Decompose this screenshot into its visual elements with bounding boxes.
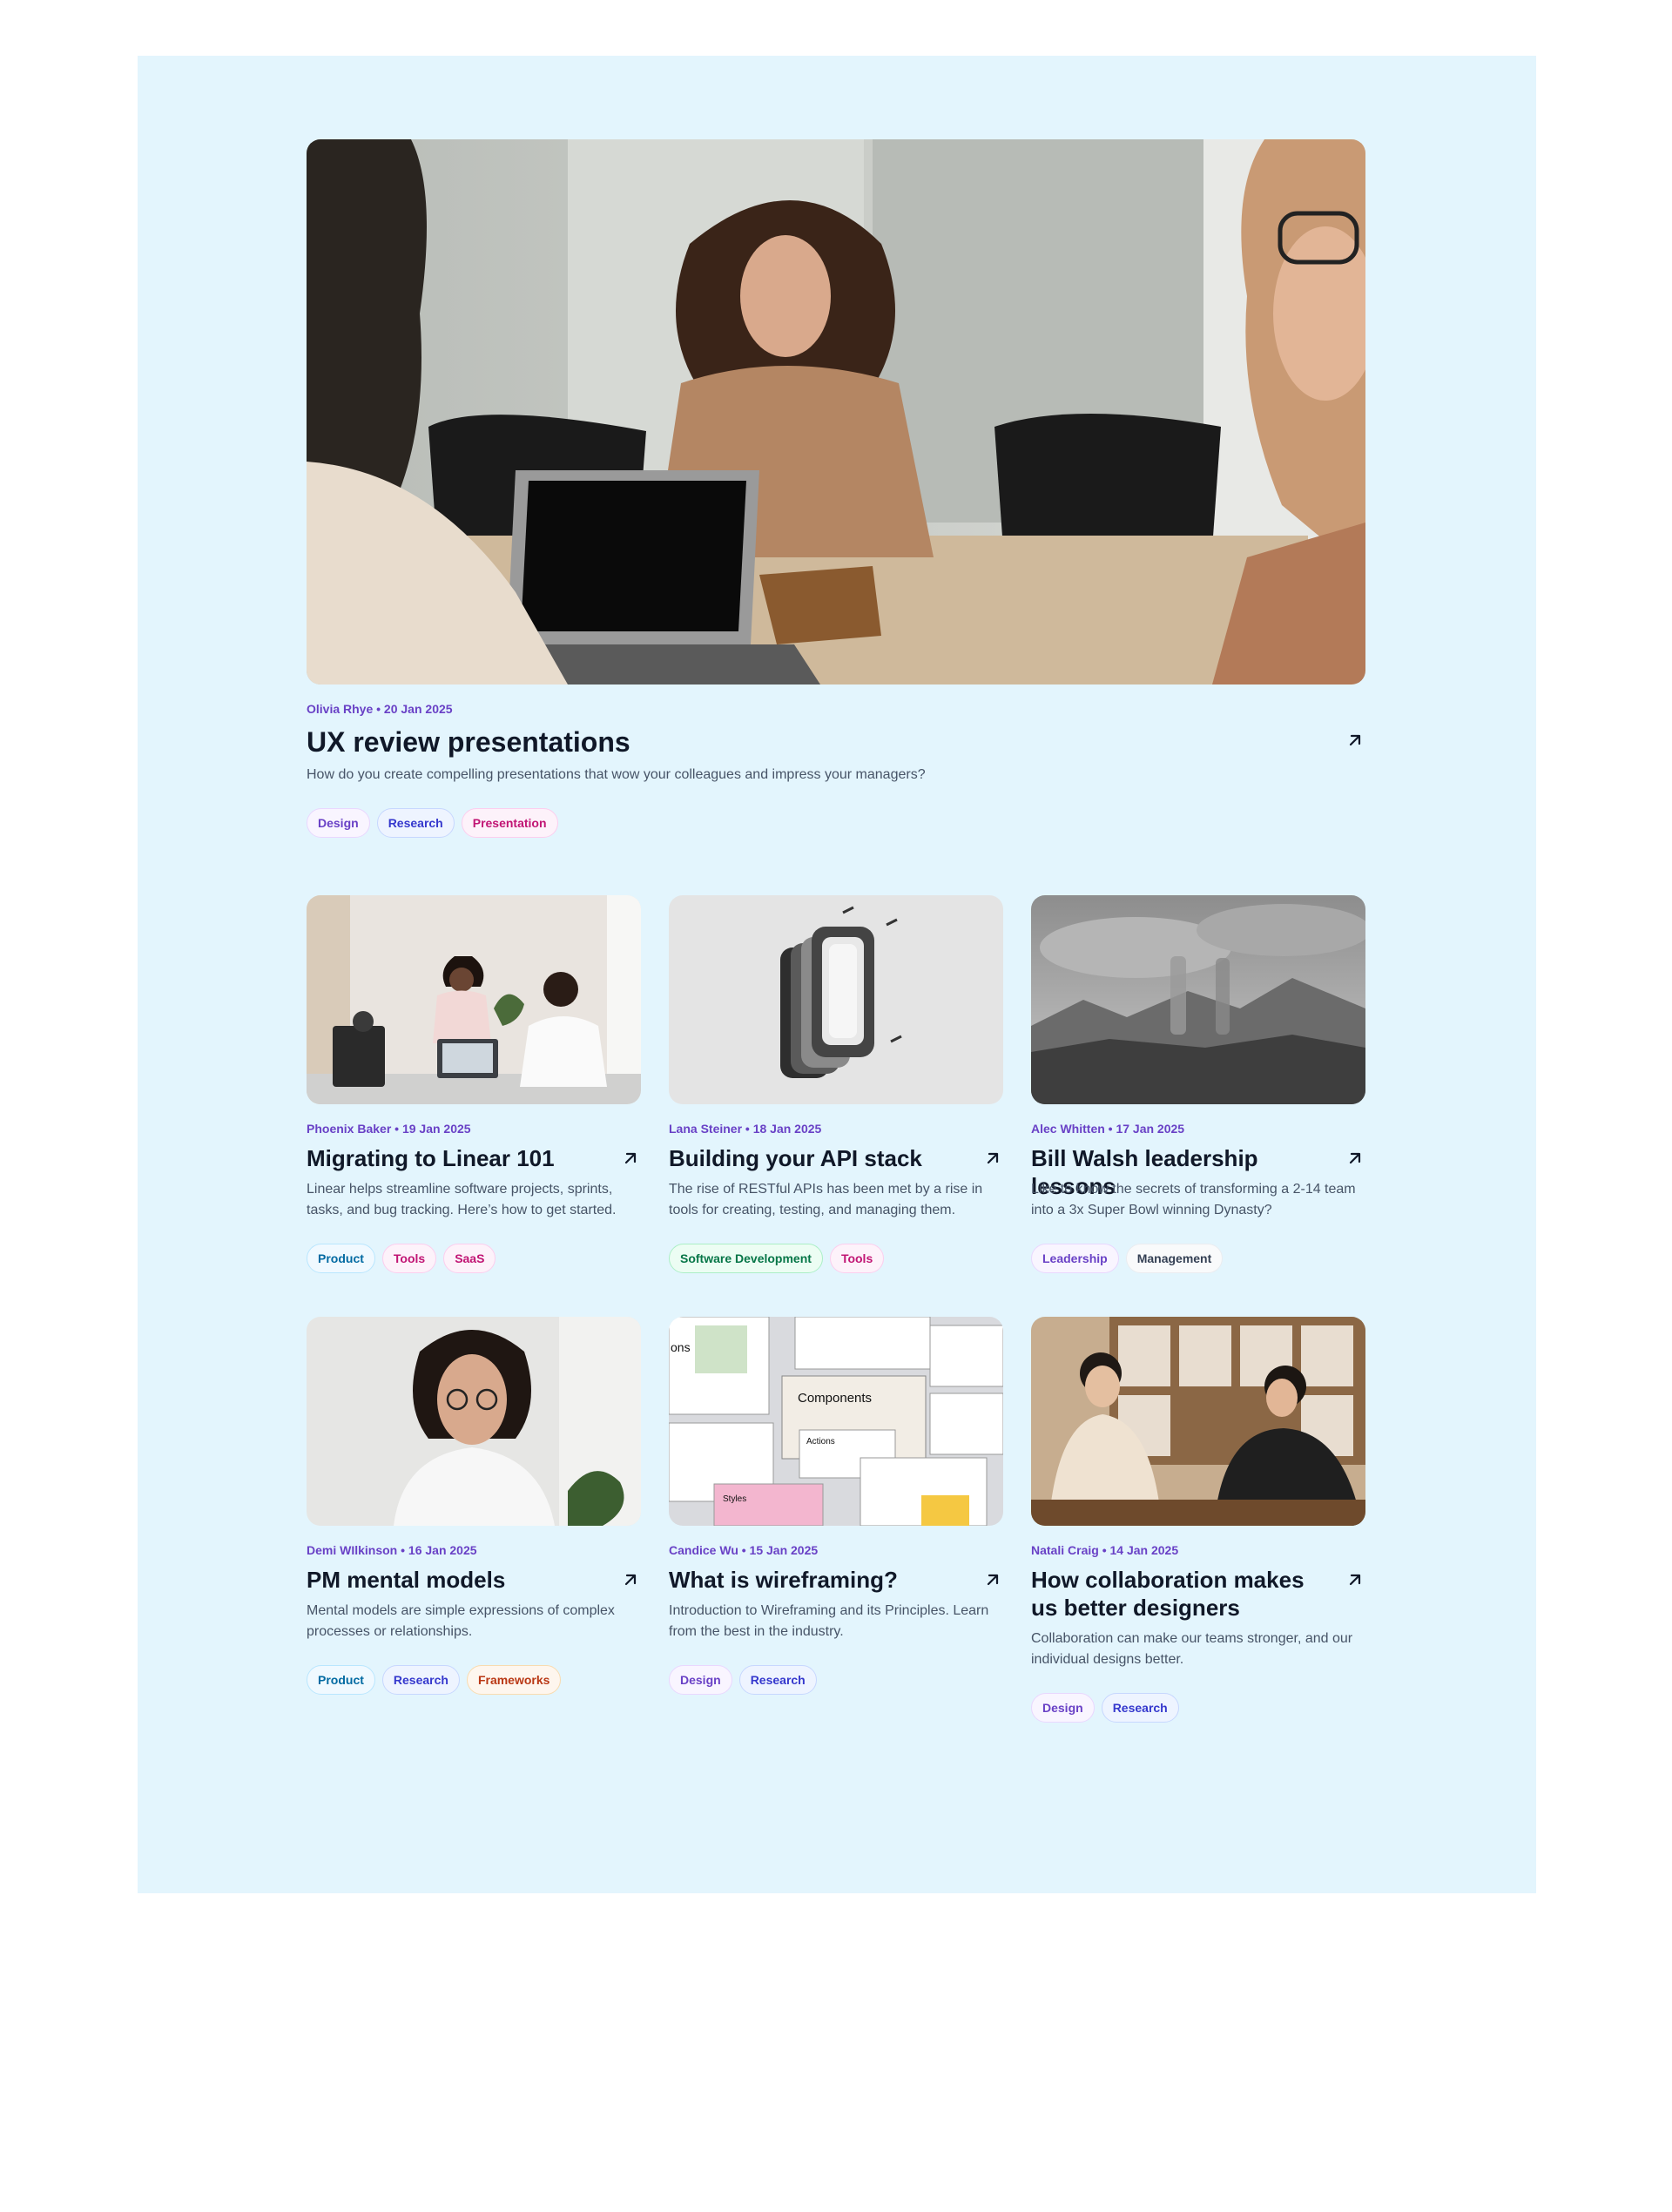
tag-design[interactable]: Design bbox=[1031, 1693, 1095, 1723]
post-description: Linear helps streamline software project… bbox=[307, 1182, 617, 1217]
wireframe-label-styles: Styles bbox=[723, 1494, 746, 1504]
post-meta: Phoenix Baker • 19 Jan 2025 bbox=[307, 1122, 471, 1136]
blog-section: Olivia Rhye • 20 Jan 2025 UX review pres… bbox=[138, 56, 1536, 1893]
post-description: The rise of RESTful APIs has been met by… bbox=[669, 1182, 983, 1217]
wireframe-label-actions: Actions bbox=[806, 1437, 835, 1447]
tag-product[interactable]: Product bbox=[307, 1244, 375, 1273]
post-tags: Software Development Tools bbox=[669, 1244, 885, 1273]
tag-presentation[interactable]: Presentation bbox=[461, 808, 558, 838]
wireframe-label-components: Components bbox=[798, 1391, 872, 1406]
post-meta: Alec Whitten • 17 Jan 2025 bbox=[1031, 1122, 1185, 1136]
post-image-3d-shape[interactable] bbox=[669, 895, 1003, 1104]
tag-design[interactable]: Design bbox=[669, 1665, 732, 1695]
post-image-collaboration[interactable] bbox=[1031, 1317, 1365, 1526]
featured-post-description: How do you create compelling presentatio… bbox=[307, 767, 926, 782]
post-meta: Lana Steiner • 18 Jan 2025 bbox=[669, 1122, 822, 1136]
post-image-office[interactable] bbox=[307, 895, 641, 1104]
arrow-up-right-icon[interactable] bbox=[1345, 730, 1365, 751]
arrow-up-right-icon[interactable] bbox=[620, 1148, 641, 1169]
arrow-up-right-icon[interactable] bbox=[982, 1148, 1003, 1169]
tag-research[interactable]: Research bbox=[738, 1665, 817, 1695]
post-description: Mental models are simple expressions of … bbox=[307, 1603, 615, 1639]
post-tags: Product Research Frameworks bbox=[307, 1665, 562, 1695]
featured-post-tags: Design Research Presentation bbox=[307, 808, 558, 838]
tag-management[interactable]: Management bbox=[1125, 1244, 1224, 1273]
tag-design[interactable]: Design bbox=[307, 808, 370, 838]
arrow-up-right-icon[interactable] bbox=[620, 1569, 641, 1590]
post-meta: Demi WIlkinson • 16 Jan 2025 bbox=[307, 1543, 477, 1557]
post-title[interactable]: How collaboration makes us better design… bbox=[1031, 1566, 1332, 1622]
post-image-mountains[interactable] bbox=[1031, 895, 1365, 1104]
tag-saas[interactable]: SaaS bbox=[443, 1244, 496, 1273]
post-title[interactable]: Building your API stack bbox=[669, 1144, 965, 1172]
tag-software-development[interactable]: Software Development bbox=[669, 1244, 823, 1273]
post-tags: Leadership Management bbox=[1031, 1244, 1224, 1273]
post-description: Like to know the secrets of transforming… bbox=[1031, 1182, 1356, 1217]
tag-frameworks[interactable]: Frameworks bbox=[466, 1665, 562, 1695]
arrow-up-right-icon[interactable] bbox=[1345, 1148, 1365, 1169]
tag-tools[interactable]: Tools bbox=[381, 1244, 437, 1273]
post-image-wireframes[interactable]: ons Components Actions Styles bbox=[669, 1317, 1003, 1526]
featured-post-title[interactable]: UX review presentations bbox=[307, 725, 1308, 759]
post-description: Collaboration can make our teams stronge… bbox=[1031, 1631, 1353, 1667]
tag-tools[interactable]: Tools bbox=[829, 1244, 885, 1273]
arrow-up-right-icon[interactable] bbox=[1345, 1569, 1365, 1590]
tag-research[interactable]: Research bbox=[376, 808, 455, 838]
wireframe-label-ons: ons bbox=[671, 1340, 691, 1354]
featured-post-meta: Olivia Rhye • 20 Jan 2025 bbox=[307, 702, 453, 716]
post-title[interactable]: Migrating to Linear 101 bbox=[307, 1144, 603, 1172]
post-description: Introduction to Wireframing and its Prin… bbox=[669, 1603, 989, 1639]
post-tags: Design Research bbox=[669, 1665, 817, 1695]
post-title[interactable]: What is wireframing? bbox=[669, 1566, 965, 1594]
post-tags: Design Research bbox=[1031, 1693, 1179, 1723]
post-tags: Product Tools SaaS bbox=[307, 1244, 496, 1273]
post-title[interactable]: PM mental models bbox=[307, 1566, 603, 1594]
arrow-up-right-icon[interactable] bbox=[982, 1569, 1003, 1590]
tag-research[interactable]: Research bbox=[381, 1665, 460, 1695]
featured-post-image[interactable] bbox=[307, 139, 1365, 685]
post-meta: Candice Wu • 15 Jan 2025 bbox=[669, 1543, 819, 1557]
tag-product[interactable]: Product bbox=[307, 1665, 375, 1695]
post-meta: Natali Craig • 14 Jan 2025 bbox=[1031, 1543, 1179, 1557]
tag-leadership[interactable]: Leadership bbox=[1031, 1244, 1119, 1273]
post-image-portrait[interactable] bbox=[307, 1317, 641, 1526]
tag-research[interactable]: Research bbox=[1101, 1693, 1179, 1723]
